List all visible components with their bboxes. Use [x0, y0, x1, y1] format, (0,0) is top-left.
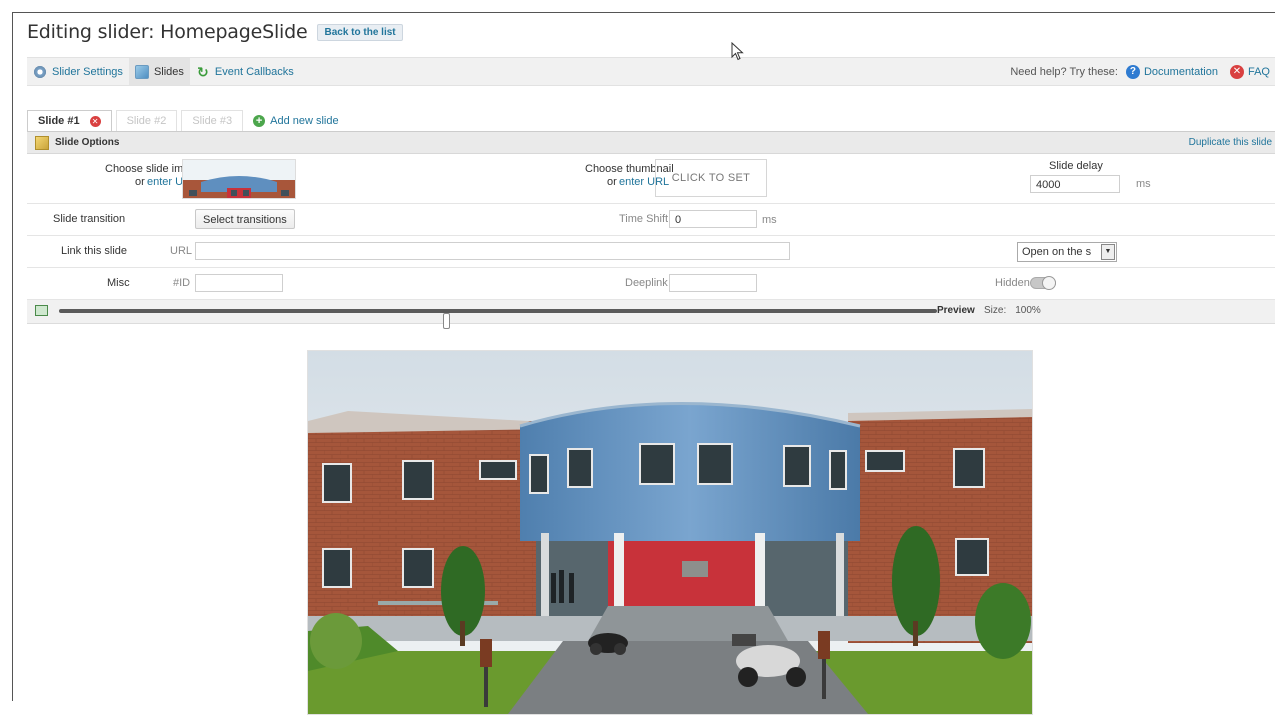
slide-options-panel: Slide Options Duplicate this slide Choos…	[27, 131, 1275, 715]
toggle-knob	[1042, 276, 1056, 290]
tab-slide-2-label: Slide #2	[126, 115, 167, 127]
slide-options-header: Slide Options Duplicate this slide	[27, 132, 1275, 154]
back-to-list-button[interactable]: Back to the list	[317, 23, 403, 41]
title-row: Editing slider: HomepageSlide Back to th…	[27, 21, 403, 43]
help-links: Need help? Try these: ? Documentation ✕ …	[1010, 64, 1275, 79]
deeplink-label: Deeplink	[625, 277, 668, 289]
time-shift-unit: ms	[762, 214, 777, 226]
tab-event-callbacks[interactable]: ↻ Event Callbacks	[190, 58, 300, 85]
slide-image-thumbnail[interactable]	[182, 159, 296, 199]
slide-options-title: Slide Options	[55, 137, 120, 148]
documentation-link[interactable]: Documentation	[1144, 66, 1218, 78]
tab-slider-settings[interactable]: Slider Settings	[27, 58, 129, 85]
plus-icon: +	[253, 115, 266, 127]
slide-preview-stage	[27, 343, 1275, 715]
or-label: or	[135, 176, 145, 188]
tab-slide-2[interactable]: Slide #2	[115, 110, 178, 131]
preview-size: Size: 100%	[984, 305, 1041, 316]
link-this-slide-label: Link this slide	[61, 245, 128, 257]
delete-slide-icon[interactable]: ✕	[89, 115, 101, 127]
mouse-cursor-icon	[731, 42, 744, 61]
slide-images-row: Choose slide image or enter URL Choose t…	[27, 154, 1275, 204]
tab-slides[interactable]: Slides	[128, 58, 190, 85]
time-shift-input[interactable]: 0	[669, 210, 757, 228]
preview-zoom-slider[interactable]	[59, 309, 937, 329]
slider-editor-frame: Editing slider: HomepageSlide Back to th…	[12, 12, 1275, 715]
add-new-slide-button[interactable]: + Add new slide	[253, 111, 339, 131]
slide-delay-label: Slide delay	[1049, 160, 1103, 172]
preview-bar: Preview Size: 100%	[27, 300, 1275, 329]
slide-preview-image[interactable]	[307, 350, 1033, 715]
link-target-select[interactable]: Open on the s ▼	[1017, 242, 1117, 262]
chevron-down-icon: ▼	[1101, 244, 1115, 260]
building-photo	[308, 351, 1032, 714]
settings-toolbar: Slider Settings Slides ↻ Event Callbacks…	[27, 57, 1275, 86]
misc-row: Misc #ID Deeplink Hidden	[27, 268, 1275, 300]
slides-icon	[134, 64, 149, 79]
id-label: #ID	[173, 277, 191, 289]
edit-icon	[35, 135, 49, 150]
monitor-icon	[35, 305, 48, 316]
tab-slider-settings-label: Slider Settings	[52, 65, 123, 78]
preview-size-value: 100%	[1015, 305, 1041, 316]
preview-label: Preview	[937, 305, 975, 316]
tab-slide-1-label: Slide #1	[38, 115, 80, 127]
slide-transition-row: Slide transition Select transitions Time…	[27, 204, 1275, 236]
deeplink-input[interactable]	[669, 274, 757, 292]
tab-slide-1[interactable]: Slide #1 ✕	[27, 110, 112, 131]
slide-image-thumbnail-graphic	[183, 160, 295, 198]
preview-size-label: Size:	[984, 305, 1007, 316]
select-transitions-button[interactable]: Select transitions	[195, 209, 295, 229]
page-title: Editing slider: HomepageSlide	[27, 21, 308, 43]
slide-tabs: Slide #1 ✕ Slide #2 Slide #3 + Add new s…	[27, 110, 339, 131]
help-text: Need help? Try these:	[1010, 65, 1118, 78]
tab-slide-3-label: Slide #3	[192, 115, 233, 127]
tab-slide-3[interactable]: Slide #3	[181, 110, 244, 131]
hidden-label: Hidden	[995, 277, 1030, 289]
slide-delay-unit: ms	[1136, 178, 1151, 190]
faq-icon: ✕	[1229, 64, 1244, 79]
link-target-value: Open on the s	[1022, 246, 1092, 258]
slide-delay-input[interactable]: 4000	[1030, 175, 1120, 193]
add-new-slide-label: Add new slide	[270, 115, 339, 127]
link-slide-row: Link this slide URL Open on the s ▼	[27, 236, 1275, 268]
hidden-toggle[interactable]	[1030, 276, 1056, 290]
faq-link[interactable]: FAQ	[1248, 66, 1270, 78]
tab-event-callbacks-label: Event Callbacks	[214, 65, 294, 78]
click-to-set-thumbnail[interactable]: CLICK TO SET	[655, 159, 767, 197]
preview-zoom-handle[interactable]	[443, 313, 451, 329]
slide-transition-label: Slide transition	[53, 213, 126, 225]
tab-slides-label: Slides	[153, 65, 184, 78]
gear-icon	[33, 64, 47, 79]
slide-url-input[interactable]	[195, 242, 790, 260]
thumb-or-label: or	[607, 176, 617, 188]
time-shift-label: Time Shift	[619, 213, 669, 225]
callback-icon: ↻	[197, 63, 209, 80]
slide-id-input[interactable]	[195, 274, 283, 292]
misc-label: Misc	[107, 277, 130, 289]
url-label: URL	[170, 245, 193, 257]
duplicate-slide-link[interactable]: Duplicate this slide	[1189, 137, 1275, 148]
question-icon: ?	[1125, 64, 1140, 79]
